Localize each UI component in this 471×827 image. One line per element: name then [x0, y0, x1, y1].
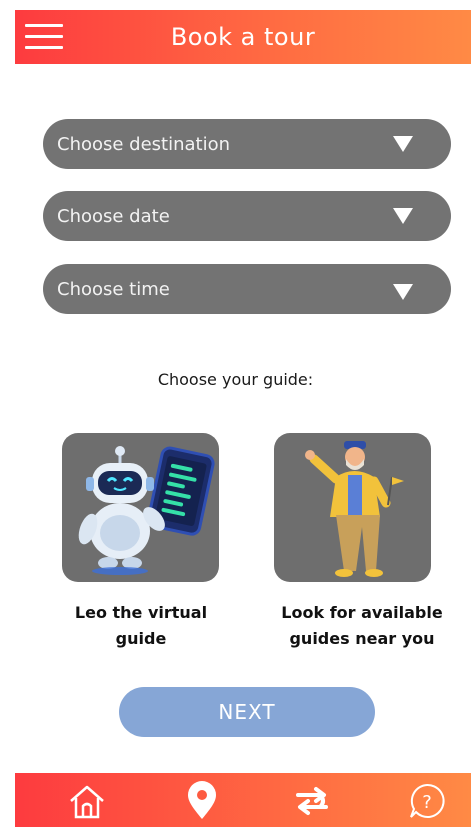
- page-title: Book a tour: [170, 23, 316, 51]
- destination-placeholder: Choose destination: [57, 133, 231, 155]
- svg-text:?: ?: [422, 792, 432, 813]
- next-button[interactable]: NEXT: [119, 687, 375, 737]
- tour-guide-icon: [305, 441, 404, 577]
- chevron-down-icon: [393, 136, 413, 152]
- local-guide-caption: Look for available guides near you: [281, 603, 443, 648]
- choose-guide-label: Choose your guide:: [157, 370, 314, 389]
- header-bar: Book a tour: [15, 10, 471, 64]
- virtual-guide-card[interactable]: [62, 433, 219, 582]
- robot-icon: [78, 446, 215, 575]
- chevron-down-icon: [393, 208, 413, 224]
- date-dropdown[interactable]: Choose date: [43, 191, 451, 241]
- time-placeholder: Choose time: [57, 278, 170, 300]
- hamburger-menu-icon[interactable]: [25, 22, 65, 52]
- time-dropdown[interactable]: Choose time: [43, 264, 451, 314]
- book-tour-screen: Book a tour Choose destination Choose da…: [0, 0, 471, 827]
- swap-icon[interactable]: [290, 779, 334, 823]
- destination-dropdown[interactable]: Choose destination: [43, 119, 451, 169]
- bottom-navigation: ?: [15, 773, 471, 827]
- home-icon[interactable]: [65, 779, 109, 823]
- chevron-down-icon: [393, 284, 413, 300]
- map-pin-icon[interactable]: [180, 779, 224, 823]
- virtual-guide-caption: Leo the virtual guide: [74, 603, 208, 648]
- local-guide-card[interactable]: [274, 433, 431, 582]
- date-placeholder: Choose date: [57, 205, 170, 227]
- help-icon[interactable]: ?: [405, 779, 449, 823]
